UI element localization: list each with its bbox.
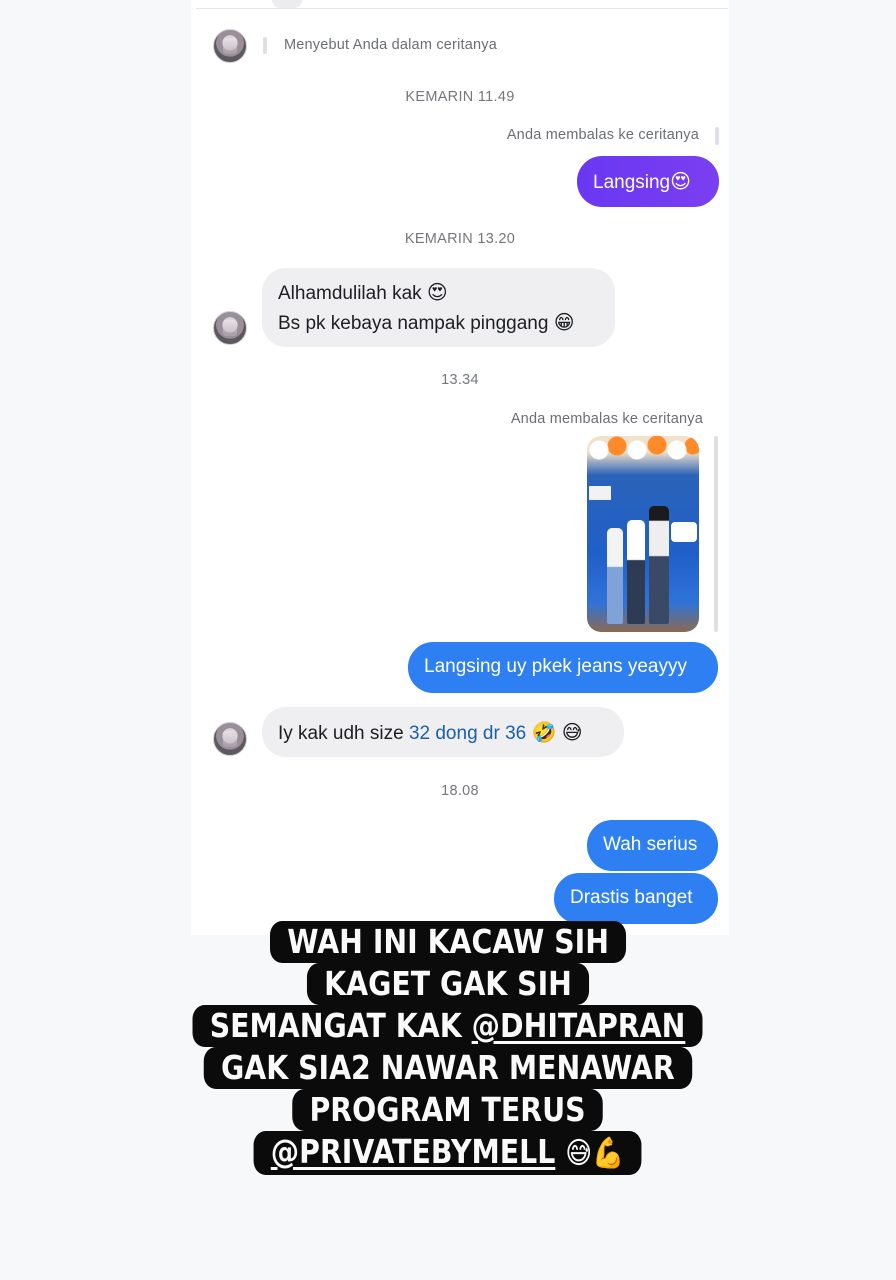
message-text: Iy kak udh size [278,723,409,744]
caption-text: SEMANGAT KAK [210,1006,473,1045]
caption-line: @PRIVATEBYMELL 😅💪 [254,1131,642,1175]
message-text: Bs pk kebaya nampak pinggang [278,313,549,334]
message-bubble-outgoing[interactable]: Drastis banget [554,873,718,924]
message-text: Wah serius [603,834,698,855]
heart-eyes-emoji-icon: 😍 [426,280,448,304]
message-link-text[interactable]: 32 dong dr 36 [409,723,526,744]
mention-link[interactable]: @PRIVATEBYMELL [271,1132,556,1171]
person-figure [649,506,669,624]
caption-line: PROGRAM TERUS [292,1089,604,1131]
caption-line: WAH INI KACAW SIH [269,921,627,963]
timestamp: KEMARIN 11.49 [405,89,515,105]
balloons-graphic [587,436,699,466]
mention-link[interactable]: @DHITAPRAN [472,1006,686,1045]
message-bubble-outgoing[interactable]: Langsing😍 [577,156,719,207]
muscle-emoji-icon: 💪 [592,1136,625,1171]
rofl-emoji-icon: 🤣 [531,720,557,744]
caption-line: GAK SIA2 NAWAR MENAWAR [203,1047,693,1089]
message-bubble-incoming[interactable]: Iy kak udh size 32 dong dr 36 🤣 😅 [262,707,624,757]
story-photo-thumbnail[interactable] [587,436,699,632]
story-caption: WAH INI KACAW SIH KAGET GAK SIH SEMANGAT… [0,921,896,1175]
timestamp: 18.08 [441,783,479,799]
caption-line: KAGET GAK SIH [306,963,590,1005]
avatar[interactable] [213,722,247,756]
reply-indicator [715,127,719,145]
message-text: Langsing uy pkek jeans yeayyy [424,656,687,677]
message-bubble-incoming[interactable]: Alhamdulilah kak 😍 Bs pk kebaya nampak p… [262,268,615,347]
heart-eyes-emoji-icon: 😍 [670,169,691,193]
story-reply-label: Anda membalas ke ceritanya [506,127,699,143]
message-bubble-outgoing[interactable]: Langsing uy pkek jeans yeayyy [408,642,718,693]
banner-logo [589,486,611,500]
banner-text [671,522,697,542]
message-text: Langsing [593,172,671,193]
avatar[interactable] [213,311,247,345]
person-figure [627,520,645,624]
reply-indicator [714,436,718,632]
timestamp: 13.34 [441,372,479,388]
mention-text: Menyebut Anda dalam ceritanya [284,37,497,53]
message-text: Alhamdulilah kak [278,283,422,304]
caption-line: SEMANGAT KAK @DHITAPRAN [192,1005,704,1047]
sweat-smile-emoji-icon: 😅 [561,720,583,744]
drag-handle[interactable] [272,0,302,8]
grin-emoji-icon: 😁 [553,310,575,334]
mention-indicator [263,37,267,54]
message-bubble-outgoing[interactable]: Wah serius [587,820,718,871]
story-reply-label: Anda membalas ke ceritanya [510,411,703,427]
sweat-smile-emoji-icon: 😅 [565,1136,593,1171]
avatar[interactable] [213,29,247,63]
timestamp: KEMARIN 13.20 [404,231,516,247]
person-figure [607,528,623,624]
message-text: Drastis banget [570,887,693,908]
divider [196,8,728,9]
